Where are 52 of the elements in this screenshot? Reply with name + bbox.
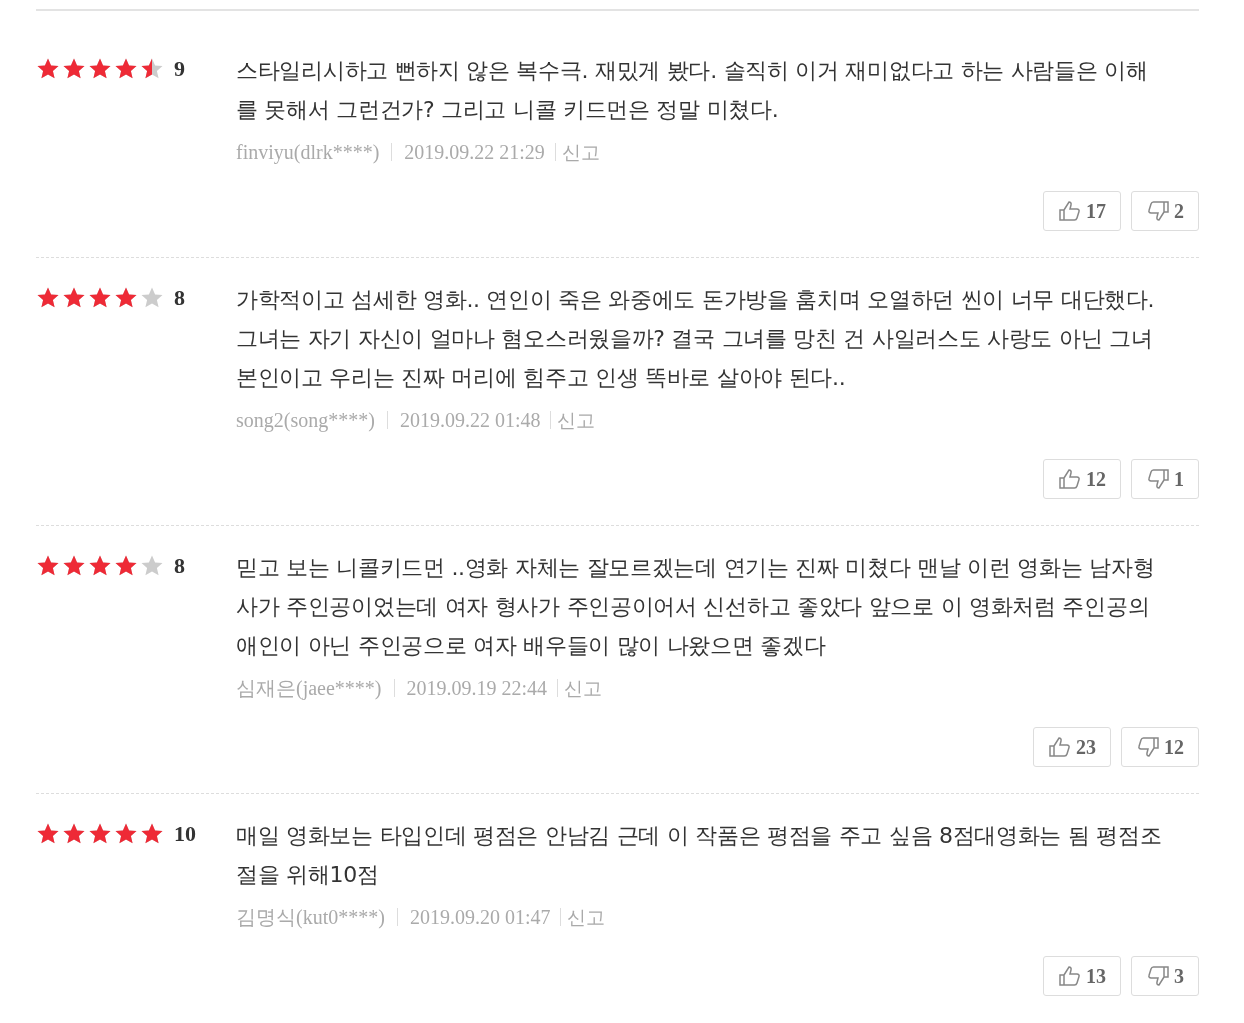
star-icon — [62, 57, 86, 81]
star-icon — [114, 554, 138, 578]
thumbs-down-icon — [1136, 735, 1160, 759]
dislike-button[interactable]: 3 — [1131, 956, 1199, 996]
star-icon — [88, 822, 112, 846]
author-name: finviyu(dlrk****) — [236, 140, 380, 166]
star-icon — [36, 554, 60, 578]
star-icon — [140, 286, 164, 310]
thumbs-down-icon — [1146, 199, 1170, 223]
review-text: 믿고 보는 니콜키드먼 ..영화 자체는 잘모르겠는데 연기는 진짜 미쳤다 맨날 이런 영화는 남자형사가 주인공이었는데 여자 형사가 주인공이어서 신선하고 좋았다 앞으로 이 영화처럼 주인공의 애인이 아닌 주인공으로 여자 배우들이 많이 나왔으면 좋겠다 — [236, 554, 1156, 660]
star-icon — [36, 286, 60, 310]
star-icon — [36, 57, 60, 81]
dislike-button[interactable]: 2 — [1131, 191, 1199, 231]
review-date: 2019.09.22 01:48 — [399, 408, 541, 433]
thumbs-up-icon — [1058, 964, 1082, 988]
like-button[interactable]: 17 — [1043, 191, 1121, 231]
star-icon — [114, 822, 138, 846]
like-button[interactable]: 23 — [1033, 727, 1111, 767]
review-text: 매일 영화보는 타입인데 평점은 안남김 근데 이 작품은 평점을 주고 싶음 8점대영화는 됨 평점조절을 위해10점 — [236, 822, 1163, 889]
star-icon — [88, 57, 112, 81]
author-name: song2(song****) — [236, 408, 375, 434]
rating-score: 9 — [174, 57, 185, 81]
star-icon — [140, 554, 164, 578]
dislike-button[interactable]: 12 — [1121, 727, 1199, 767]
author-name: 김명식(kut0****) — [236, 905, 385, 931]
thumbs-up-icon — [1058, 467, 1082, 491]
author-name: 심재은(jaee****) — [236, 676, 382, 702]
star-icon — [88, 286, 112, 310]
thumbs-down-icon — [1146, 964, 1170, 988]
star-icon — [140, 57, 164, 81]
star-icon — [62, 286, 86, 310]
thumbs-up-icon — [1058, 199, 1082, 223]
star-icon — [62, 554, 86, 578]
thumbs-up-icon — [1048, 735, 1072, 759]
star-icon — [114, 286, 138, 310]
star-icon — [114, 57, 138, 81]
like-button[interactable]: 13 — [1043, 956, 1121, 996]
star-icon — [62, 822, 86, 846]
rating-score: 8 — [174, 286, 185, 310]
star-icon — [140, 822, 164, 846]
review-text: 가학적이고 섬세한 영화.. 연인이 죽은 와중에도 돈가방을 훔치며 오열하던 씬이 너무 대단했다. 그녀는 자기 자신이 얼마나 혐오스러웠을까? 결국 그녀를 망친 건 사일러스도 사랑도 아닌 그녀 본인이고 우리는 진짜 머리에 힘주고 인생 똑바로 살아야 된다.. — [236, 286, 1156, 392]
rating-score: 10 — [174, 822, 196, 846]
review-date: 2019.09.19 22:44 — [406, 676, 548, 701]
star-icon — [88, 554, 112, 578]
rating-score: 8 — [174, 554, 185, 578]
star-icon — [36, 822, 60, 846]
thumbs-down-icon — [1146, 467, 1170, 491]
dislike-button[interactable]: 1 — [1131, 459, 1199, 499]
review-text: 스타일리시하고 뻔하지 않은 복수극. 재밌게 봤다. 솔직히 이거 재미없다고 하는 사람들은 이해를 못해서 그런건가? 그리고 니콜 키드먼은 정말 미쳤다. — [236, 57, 1149, 124]
like-button[interactable]: 12 — [1043, 459, 1121, 499]
review-date: 2019.09.22 21:29 — [404, 140, 545, 165]
review-date: 2019.09.20 01:47 — [409, 905, 551, 930]
